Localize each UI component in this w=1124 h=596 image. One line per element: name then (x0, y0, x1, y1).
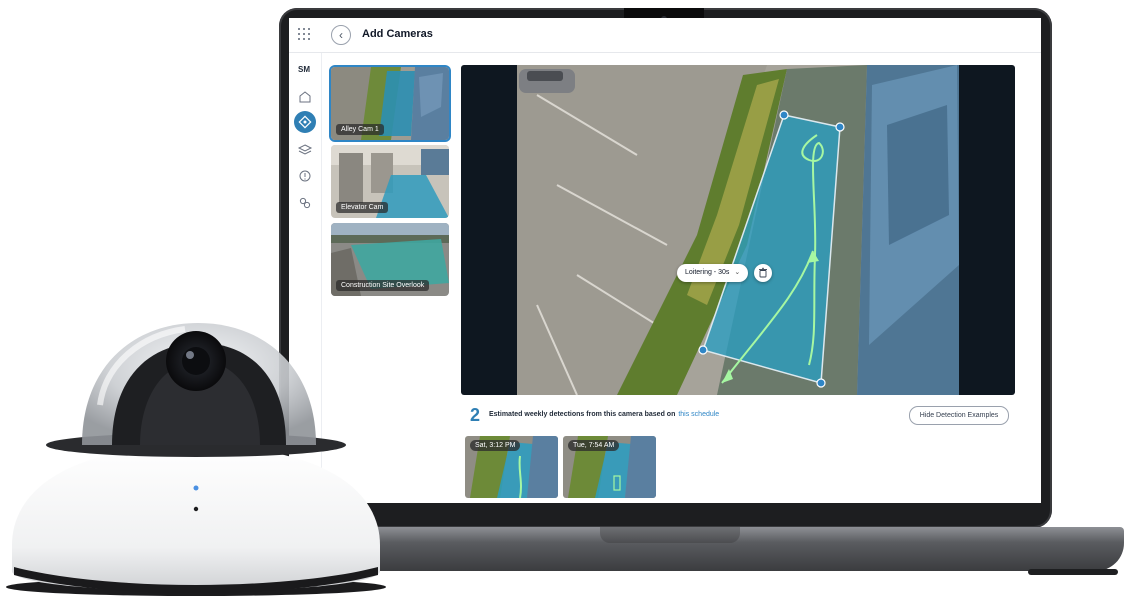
zone-handle (816, 378, 826, 388)
zone-handle (779, 110, 789, 120)
chevron-down-icon: ⌄ (734, 269, 741, 276)
hide-detection-examples-button[interactable]: Hide Detection Examples (909, 406, 1009, 425)
detection-example[interactable]: Sat, 3:12 PM (465, 436, 558, 498)
back-button[interactable]: ‹ (331, 25, 351, 45)
detection-time: Tue, 7:54 AM (568, 440, 620, 451)
laptop-foot (1028, 569, 1118, 575)
sites-icon[interactable] (294, 111, 316, 133)
layers-icon[interactable] (296, 141, 314, 159)
camera-label: Construction Site Overlook (336, 280, 430, 291)
detection-example[interactable]: Tue, 7:54 AM (563, 436, 656, 498)
top-bar: ‹ Add Cameras (289, 18, 1041, 53)
zone-handle (698, 345, 708, 355)
integrations-icon[interactable] (296, 194, 314, 212)
rule-label: Loitering - 30s (685, 269, 730, 276)
app-screen: ‹ Add Cameras SM Alley Cam 1 Elevator Ca… (289, 18, 1041, 503)
delete-zone-button[interactable] (754, 264, 772, 282)
camera-label: Alley Cam 1 (336, 124, 384, 135)
chevron-left-icon: ‹ (339, 28, 343, 42)
camera-thumb-elevator[interactable]: Elevator Cam (331, 145, 449, 218)
alley-scene-image (517, 65, 959, 395)
camera-thumb-alley[interactable]: Alley Cam 1 (331, 67, 449, 140)
camera-thumb-construction[interactable]: Construction Site Overlook (331, 223, 449, 296)
detection-description: Estimated weekly detections from this ca… (489, 411, 719, 418)
description-text: Estimated weekly detections from this ca… (489, 411, 676, 418)
laptop-groove (600, 527, 740, 543)
detection-count: 2 (470, 405, 481, 425)
schedule-link[interactable]: this schedule (678, 411, 719, 418)
user-initials[interactable]: SM (298, 65, 310, 74)
dome-security-camera (6, 323, 386, 596)
alert-icon[interactable] (296, 167, 314, 185)
detection-time: Sat, 3:12 PM (470, 440, 521, 451)
trash-icon (759, 267, 767, 278)
app-grid-icon[interactable] (298, 28, 312, 42)
loitering-rule-dropdown[interactable]: Loitering - 30s ⌄ (677, 264, 749, 282)
zone-handle (835, 122, 845, 132)
page-title: Add Cameras (362, 28, 433, 40)
camera-live-view[interactable]: Loitering - 30s ⌄ (461, 65, 1015, 395)
home-icon[interactable] (296, 88, 314, 106)
camera-label: Elevator Cam (336, 202, 389, 213)
